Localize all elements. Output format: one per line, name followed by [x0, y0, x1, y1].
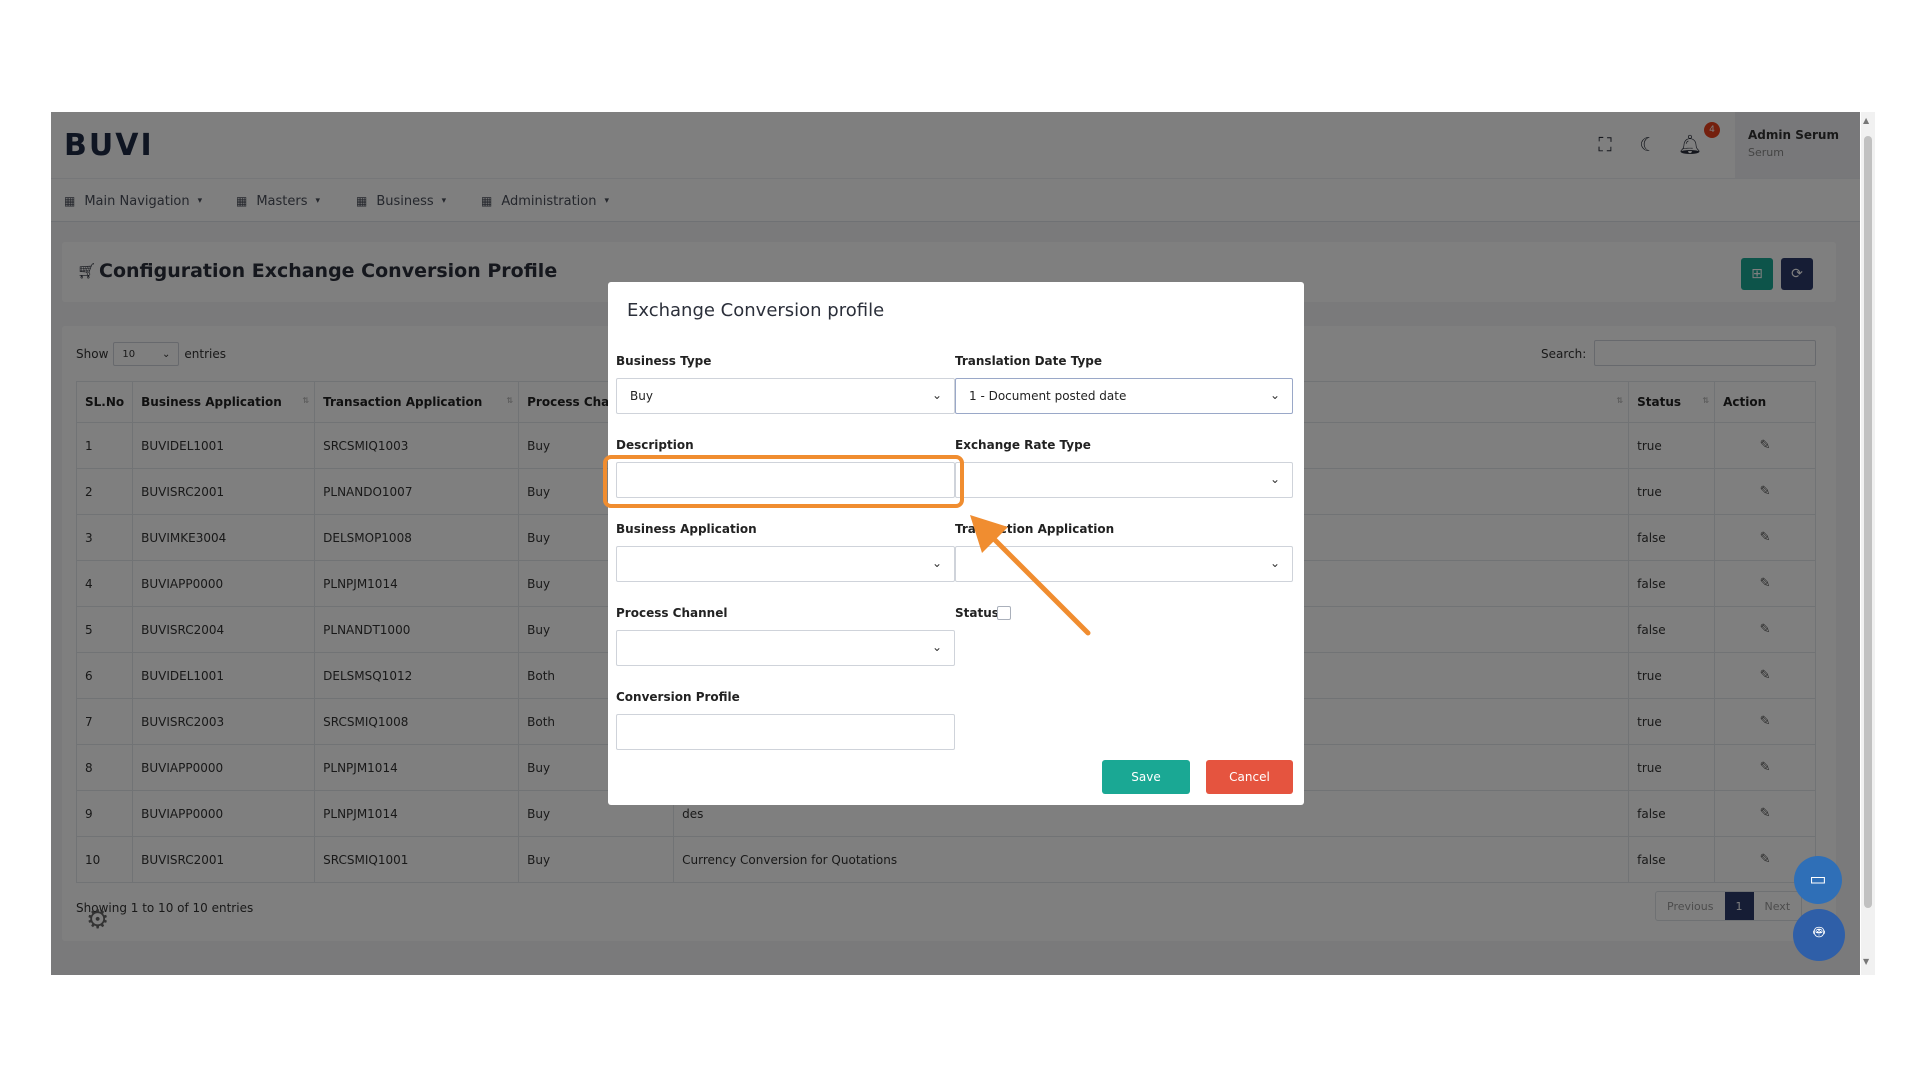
translation-date-type-label: Translation Date Type — [955, 354, 1103, 368]
process-channel-select[interactable]: ⌄ — [616, 630, 955, 666]
chevron-down-icon: ⌄ — [1269, 388, 1280, 402]
exchange-conversion-modal: Exchange Conversion profile Business Typ… — [608, 282, 1304, 805]
scroll-up-icon[interactable]: ▲ — [1863, 116, 1869, 125]
exchange-rate-type-select[interactable]: ⌄ — [955, 462, 1293, 498]
business-type-value: Buy — [630, 389, 653, 403]
chat-button[interactable]: ▭ — [1794, 856, 1842, 904]
description-label: Description — [616, 438, 694, 452]
modal-title: Exchange Conversion profile — [627, 300, 885, 321]
pointer-arrow-icon — [970, 515, 1091, 636]
scroll-down-icon[interactable]: ▼ — [1863, 957, 1869, 966]
business-type-label: Business Type — [616, 354, 712, 368]
conversion-profile-input[interactable] — [616, 714, 955, 750]
business-type-select[interactable]: Buy ⌄ — [616, 378, 955, 414]
scroll-thumb[interactable] — [1864, 136, 1872, 908]
page-scrollbar[interactable]: ▲ ▼ — [1861, 112, 1875, 975]
business-application-select[interactable]: ⌄ — [616, 546, 955, 582]
chevron-down-icon: ⌄ — [931, 388, 942, 402]
robot-widget-icon[interactable]: ⚙ — [86, 905, 109, 935]
cancel-button[interactable]: Cancel — [1206, 760, 1293, 794]
save-button[interactable]: Save — [1102, 760, 1190, 794]
chevron-down-icon: ⌄ — [931, 556, 942, 570]
chevron-down-icon: ⌄ — [1269, 556, 1280, 570]
bot-button[interactable]: 🤖︎ — [1793, 909, 1845, 961]
process-channel-label: Process Channel — [616, 606, 728, 620]
chevron-down-icon: ⌄ — [1269, 472, 1280, 486]
translation-date-type-value: 1 - Document posted date — [969, 389, 1127, 403]
business-application-label: Business Application — [616, 522, 757, 536]
description-highlight — [603, 455, 964, 508]
exchange-rate-type-label: Exchange Rate Type — [955, 438, 1091, 452]
translation-date-type-select[interactable]: 1 - Document posted date ⌄ — [955, 378, 1293, 414]
chevron-down-icon: ⌄ — [931, 640, 942, 654]
conversion-profile-label: Conversion Profile — [616, 690, 740, 704]
